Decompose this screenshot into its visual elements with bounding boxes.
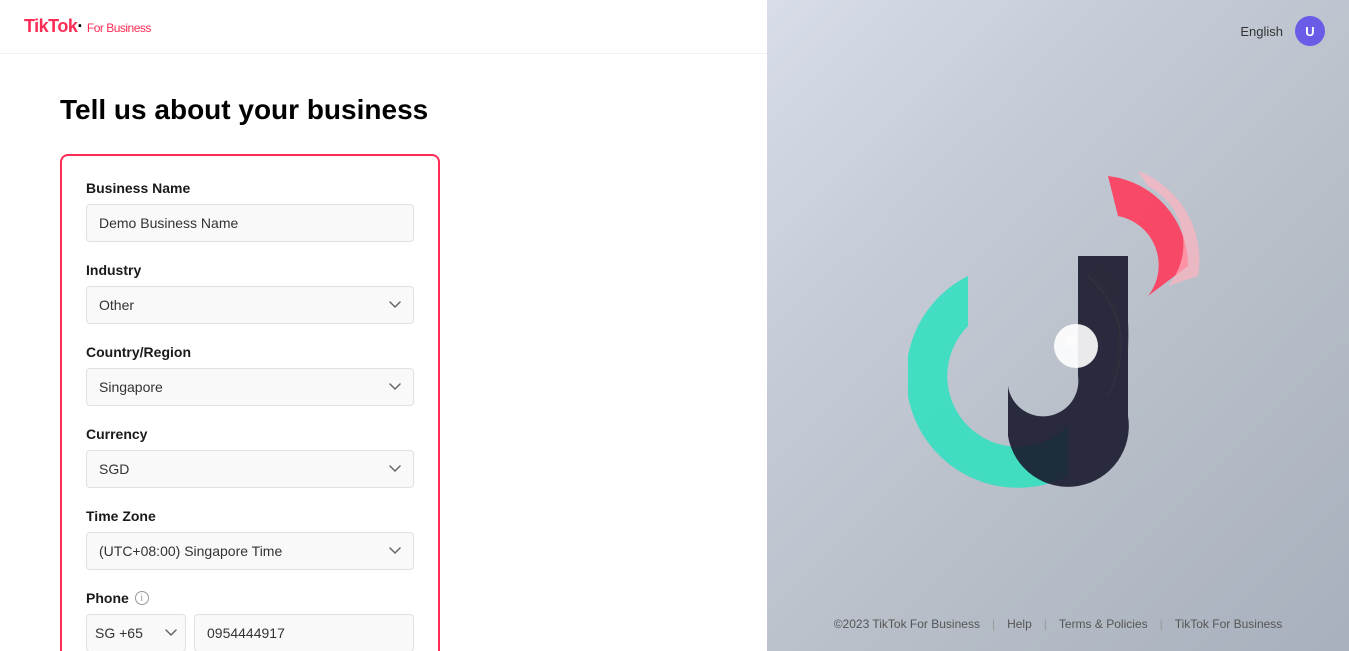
business-name-label: Business Name <box>86 180 414 196</box>
footer-tiktok-link[interactable]: TikTok For Business <box>1175 617 1283 631</box>
header: TikTok· For Business <box>0 0 767 54</box>
logo-dot: · <box>77 16 83 36</box>
timezone-select[interactable]: (UTC+08:00) Singapore Time (UTC+00:00) U… <box>86 532 414 570</box>
industry-label: Industry <box>86 262 414 278</box>
phone-label: Phone <box>86 590 129 606</box>
currency-group: Currency SGD USD EUR GBP JPY AUD CAD <box>86 426 414 488</box>
phone-group: Phone i SG +65 US +1 GB +44 <box>86 590 414 651</box>
phone-number-input[interactable] <box>194 614 414 651</box>
timezone-group: Time Zone (UTC+08:00) Singapore Time (UT… <box>86 508 414 570</box>
country-group: Country/Region Singapore United States U… <box>86 344 414 406</box>
phone-label-wrapper: Phone i <box>86 590 414 606</box>
business-name-input[interactable] <box>86 204 414 242</box>
footer-terms-link[interactable]: Terms & Policies <box>1059 617 1148 631</box>
currency-select[interactable]: SGD USD EUR GBP JPY AUD CAD <box>86 450 414 488</box>
phone-input-group: SG +65 US +1 GB +44 <box>86 614 414 651</box>
language-label[interactable]: English <box>1240 24 1283 39</box>
industry-group: Industry Other Technology E-commerce Fin… <box>86 262 414 324</box>
tiktok-illustration <box>908 156 1208 496</box>
country-select[interactable]: Singapore United States United Kingdom A… <box>86 368 414 406</box>
separator-2: | <box>1044 617 1047 631</box>
phone-info-icon[interactable]: i <box>135 591 149 605</box>
logo: TikTok· For Business <box>24 16 151 37</box>
business-name-group: Business Name <box>86 180 414 242</box>
main-content: Tell us about your business Business Nam… <box>0 54 767 651</box>
currency-label: Currency <box>86 426 414 442</box>
form-card: Business Name Industry Other Technology … <box>60 154 440 651</box>
right-footer: ©2023 TikTok For Business | Help | Terms… <box>767 617 1349 631</box>
logo-tiktok: TikTok <box>24 16 77 36</box>
footer-help-link[interactable]: Help <box>1007 617 1032 631</box>
country-label: Country/Region <box>86 344 414 360</box>
left-panel: TikTok· For Business Tell us about your b… <box>0 0 767 651</box>
footer-copyright: ©2023 TikTok For Business <box>834 617 980 631</box>
separator-1: | <box>992 617 995 631</box>
page-title: Tell us about your business <box>60 94 707 126</box>
top-right: English U <box>1240 16 1325 46</box>
logo-for-business: For Business <box>87 21 151 35</box>
industry-select[interactable]: Other Technology E-commerce Finance Educ… <box>86 286 414 324</box>
timezone-label: Time Zone <box>86 508 414 524</box>
separator-3: | <box>1160 617 1163 631</box>
user-avatar[interactable]: U <box>1295 16 1325 46</box>
phone-country-select[interactable]: SG +65 US +1 GB +44 <box>86 614 186 651</box>
right-panel: English U ©2023 TikTok For Business | He… <box>767 0 1349 651</box>
